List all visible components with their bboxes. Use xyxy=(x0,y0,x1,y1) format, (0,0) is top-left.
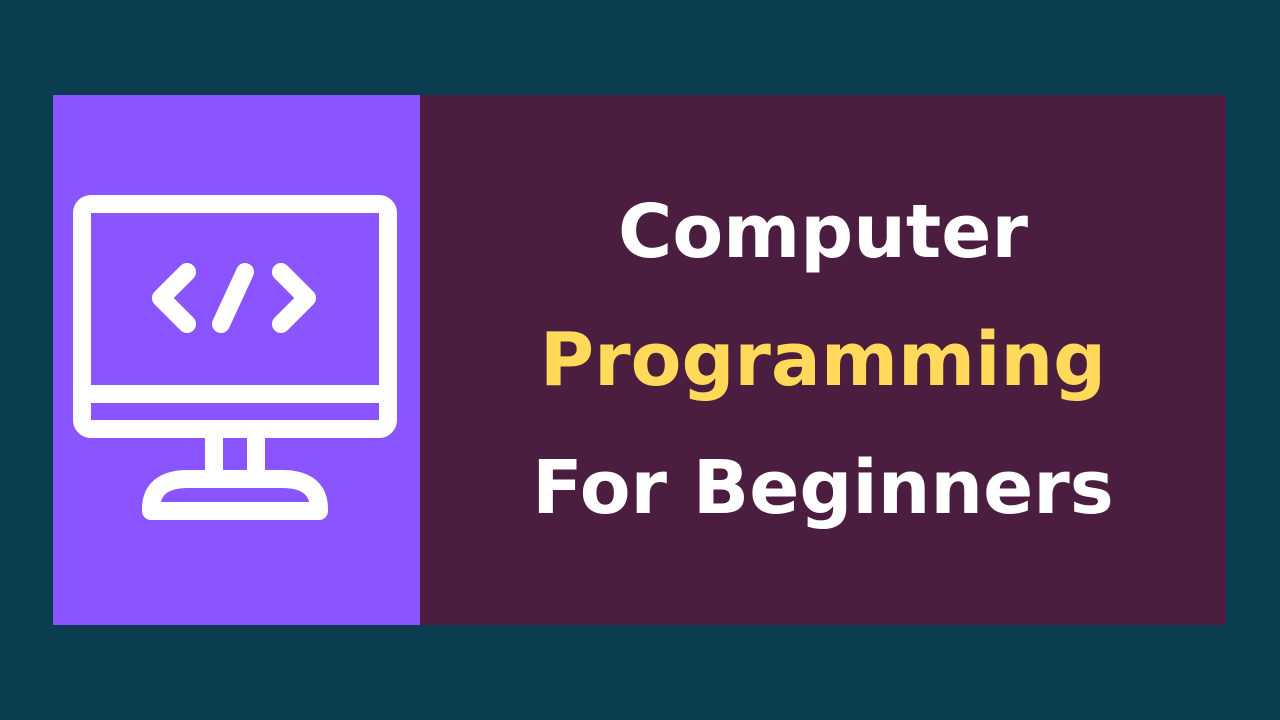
title-banner: Computer Programming For Beginners xyxy=(53,95,1226,625)
icon-panel xyxy=(53,95,420,625)
title-line-computer: Computer xyxy=(618,189,1028,275)
thumbnail-background: Computer Programming For Beginners xyxy=(0,0,1280,720)
title-line-programming: Programming xyxy=(539,317,1107,403)
monitor-code-icon xyxy=(73,195,397,520)
title-line-for-beginners: For Beginners xyxy=(532,445,1114,531)
title-panel: Computer Programming For Beginners xyxy=(420,95,1226,625)
